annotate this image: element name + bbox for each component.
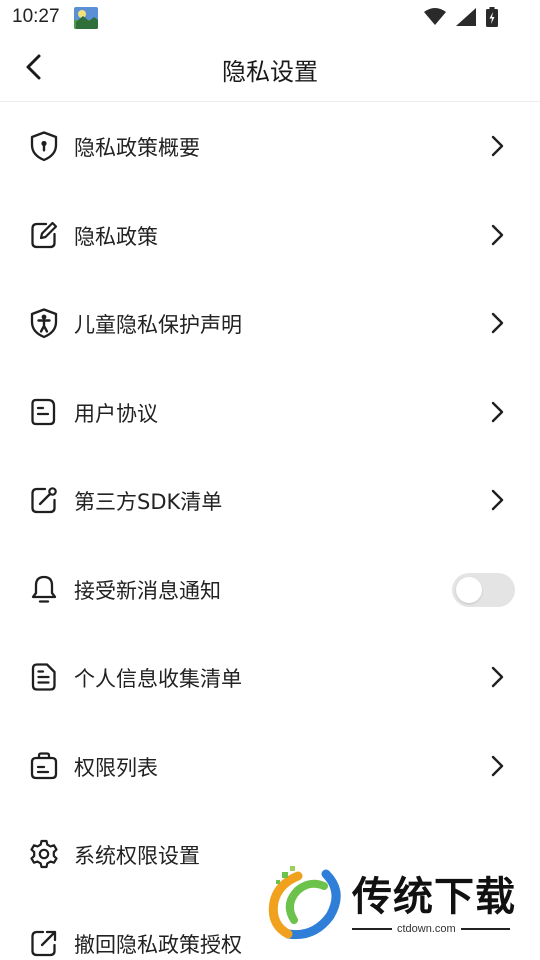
chevron-right-icon: [486, 221, 508, 249]
menu-item-personal-info-list[interactable]: 个人信息收集清单: [0, 633, 540, 722]
toggle-knob: [456, 576, 482, 603]
status-icons: [424, 7, 498, 31]
menu-item-label: 权限列表: [74, 755, 158, 780]
chevron-right-icon: [486, 398, 508, 426]
menu-item-third-party-sdk[interactable]: 第三方SDK清单: [0, 456, 540, 545]
notification-toggle[interactable]: [452, 572, 515, 607]
chevron-right-icon: [486, 309, 508, 337]
menu-item-label: 撤回隐私政策授权: [74, 932, 242, 957]
chevron-right-icon: [486, 132, 508, 160]
status-time: 10:27: [12, 6, 60, 27]
permission-bag-icon: [28, 750, 60, 782]
menu-item-label: 系统权限设置: [74, 844, 200, 868]
menu-item-permission-list[interactable]: 权限列表: [0, 722, 540, 811]
watermark: 传统下载 ctdown.com: [268, 860, 528, 950]
watermark-logo-icon: [268, 864, 346, 944]
chevron-right-icon: [486, 663, 508, 691]
page-title: 隐私设置: [222, 58, 318, 86]
notification-thumbnail-icon: [74, 7, 98, 29]
menu-item-label: 个人信息收集清单: [74, 667, 242, 691]
menu-item-message-notifications: 接受新消息通知: [0, 545, 540, 634]
gear-icon: [28, 838, 60, 870]
battery-charging-icon: [486, 7, 498, 31]
shield-lock-icon: [28, 130, 60, 162]
menu-item-label: 隐私政策概要: [74, 136, 200, 160]
menu-item-label: 第三方SDK清单: [74, 490, 223, 514]
app-header: 隐私设置: [0, 36, 540, 102]
menu-item-user-agreement[interactable]: 用户协议: [0, 368, 540, 457]
edit-document-icon: [28, 219, 60, 251]
watermark-url: ctdown.com: [392, 923, 461, 935]
chevron-right-icon: [486, 486, 508, 514]
bell-icon: [28, 573, 60, 605]
menu-item-label: 用户协议: [74, 401, 158, 426]
settings-list: 隐私政策概要 隐私政策 儿童隐私保护声明 用户协议 第三方SDK清单 接受新消息…: [0, 102, 540, 960]
status-bar: 10:27: [0, 0, 540, 36]
document-list-icon: [28, 661, 60, 693]
menu-item-label: 儿童隐私保护声明: [74, 313, 242, 337]
signal-icon: [456, 8, 476, 30]
sdk-link-icon: [28, 484, 60, 516]
menu-item-privacy-summary[interactable]: 隐私政策概要: [0, 102, 540, 191]
watermark-brand: 传统下载: [352, 874, 516, 920]
wifi-icon: [424, 8, 446, 30]
menu-item-child-privacy[interactable]: 儿童隐私保护声明: [0, 279, 540, 368]
chevron-right-icon: [486, 752, 508, 780]
child-shield-icon: [28, 307, 60, 339]
revoke-share-icon: [28, 927, 60, 959]
menu-item-label: 隐私政策: [74, 224, 158, 249]
menu-item-privacy-policy[interactable]: 隐私政策: [0, 191, 540, 280]
menu-item-label: 接受新消息通知: [74, 578, 221, 603]
agreement-doc-icon: [28, 396, 60, 428]
